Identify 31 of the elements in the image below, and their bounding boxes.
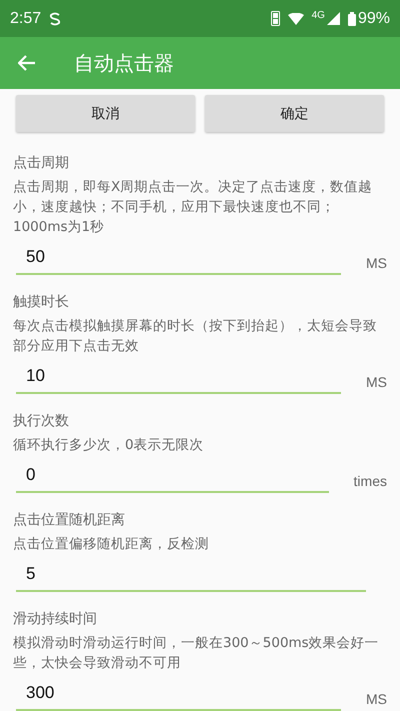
setting-title: 执行次数 <box>13 412 70 431</box>
value-field[interactable]: 300 <box>16 679 341 711</box>
unit-label: times <box>352 473 387 491</box>
unit-label: MS <box>365 255 387 273</box>
setting-title: 触摸时长 <box>13 293 70 312</box>
setting-title: 滑动持续时间 <box>13 610 98 629</box>
wifi-icon <box>288 12 304 25</box>
setting-title: 点击位置随机距离 <box>13 511 126 530</box>
value-field[interactable]: 10 <box>16 362 341 394</box>
confirm-button[interactable]: 确定 <box>205 95 384 132</box>
setting-description: 模拟滑动时滑动运行时间，一般在300～500ms效果会好一些，太快会导致滑动不可用 <box>13 634 380 673</box>
value-field[interactable]: 0 <box>16 461 329 493</box>
setting-description: 每次点击模拟触摸屏幕的时长（按下到抬起），太短会导致部分应用下点击无效 <box>13 317 378 356</box>
battery-icon <box>348 12 356 26</box>
unit-label: MS <box>365 374 387 392</box>
value-field[interactable]: 50 <box>16 243 341 275</box>
back-arrow-icon[interactable] <box>18 55 36 72</box>
toolbar-title: 自动点击器 <box>74 50 174 77</box>
setting-description: 点击位置偏移随机距离，反检测 <box>13 535 210 554</box>
network-type: 4G <box>312 10 325 22</box>
cancel-button[interactable]: 取消 <box>16 95 195 132</box>
setting-description: 点击周期，即每X周期点击一次。决定了点击速度，数值越小，速度越快；不同手机，应用下最快速度也不同；1000ms为1秒 <box>13 178 374 237</box>
sync-icon <box>49 12 62 26</box>
hd-icon <box>270 11 280 26</box>
value-field[interactable]: 5 <box>16 560 366 592</box>
setting-title: 点击周期 <box>13 154 70 173</box>
setting-description: 循环执行多少次，0表示无限次 <box>13 436 205 455</box>
unit-label: MS <box>365 691 387 709</box>
status-time: 2:57 <box>10 10 42 28</box>
battery-level: 99% <box>358 10 390 28</box>
signal-icon <box>326 12 340 26</box>
